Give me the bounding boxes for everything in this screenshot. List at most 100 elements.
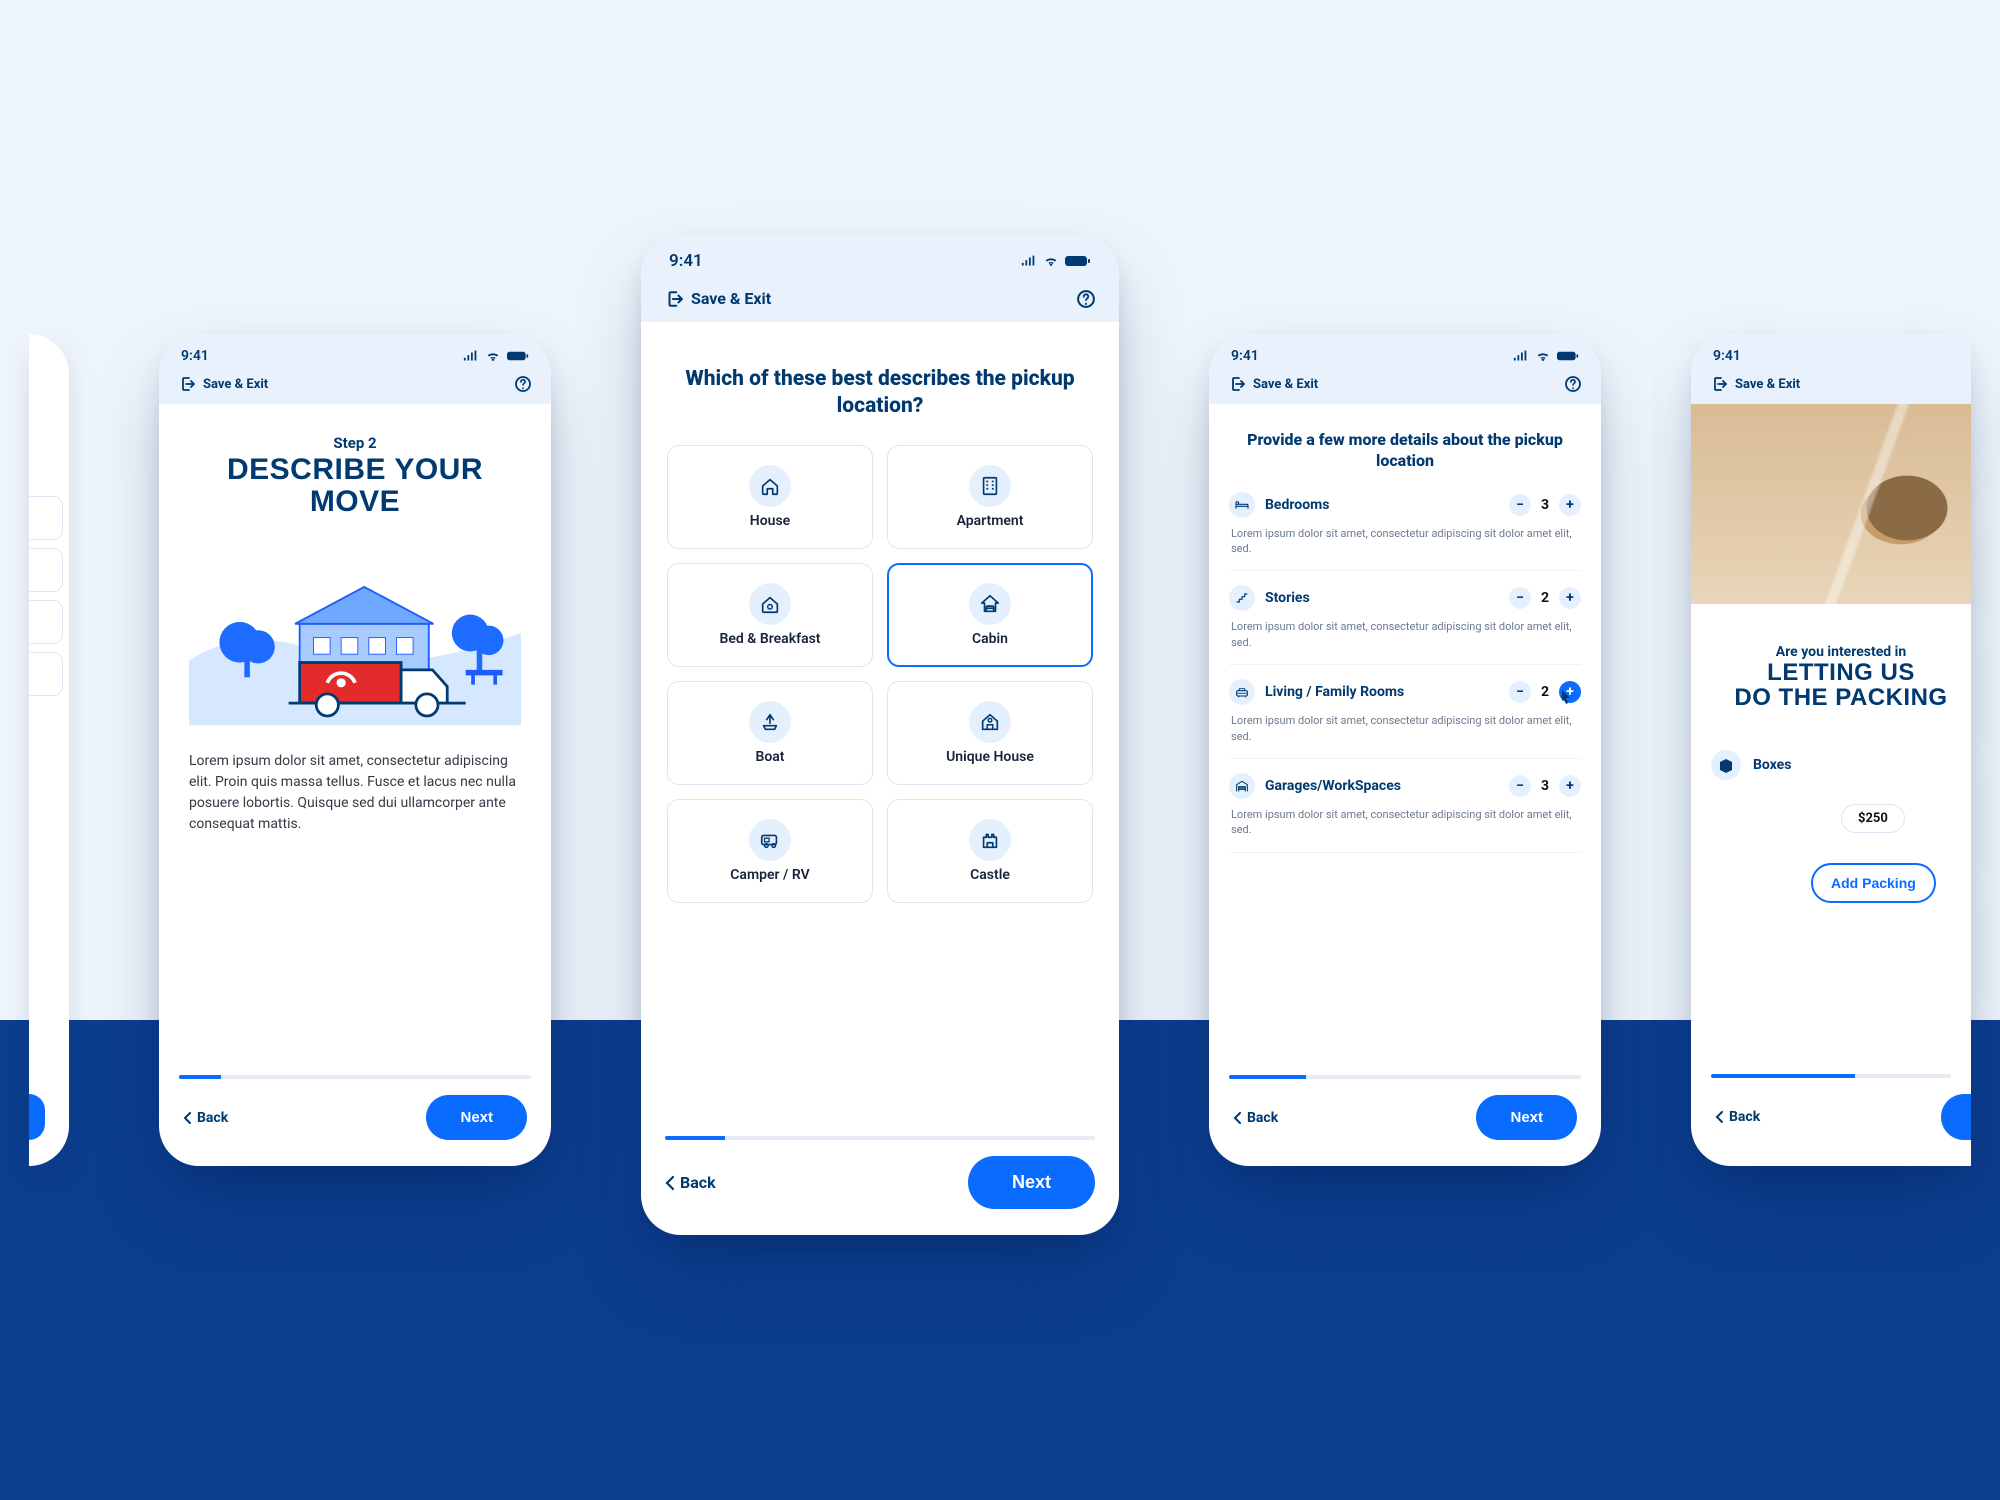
status-bar: 9:41	[1691, 334, 1971, 370]
help-icon[interactable]	[1565, 376, 1581, 392]
status-time: 9:41	[669, 251, 703, 271]
exit-icon	[1229, 376, 1245, 392]
detail-description: Lorem ipsum dolor sit amet, consectetur …	[1229, 807, 1581, 838]
app-header: Save & Exit	[159, 370, 551, 404]
save-exit-button[interactable]: Save & Exit	[179, 376, 268, 392]
location-option-camper[interactable]: Camper / RV	[667, 799, 873, 903]
location-option-castle[interactable]: Castle	[887, 799, 1093, 903]
location-option-label: Boat	[755, 749, 784, 765]
bed-icon	[1229, 492, 1255, 518]
option-card-cropped[interactable]	[29, 600, 63, 644]
back-button[interactable]: Back	[665, 1173, 716, 1192]
house-icon	[749, 465, 791, 507]
details-title: Provide a few more details about the pic…	[1239, 430, 1571, 472]
stairs-icon	[1229, 585, 1255, 611]
save-exit-button[interactable]: Save & Exit	[665, 289, 771, 308]
option-card-cropped[interactable]	[29, 548, 63, 592]
battery-icon	[1557, 348, 1579, 364]
phone-screen-1-sliver	[29, 334, 69, 1166]
quantity-value: 2	[1539, 590, 1551, 606]
status-bar: 9:41	[1209, 334, 1601, 370]
next-button[interactable]: Next	[1476, 1095, 1577, 1140]
detail-description: Lorem ipsum dolor sit amet, consectetur …	[1229, 526, 1581, 557]
location-option-unique-house[interactable]: Unique House	[887, 681, 1093, 785]
decrement-button[interactable]: −	[1509, 681, 1531, 703]
detail-name: Stories	[1265, 590, 1499, 606]
status-indicators	[1513, 348, 1579, 364]
apartment-icon	[969, 465, 1011, 507]
save-exit-button[interactable]: Save & Exit	[1229, 376, 1318, 392]
box-icon	[1711, 750, 1741, 780]
quantity-value: 2	[1539, 684, 1551, 700]
location-option-bnb[interactable]: Bed & Breakfast	[667, 563, 873, 667]
chevron-left-icon	[1233, 1112, 1241, 1124]
status-bar: 9:41	[159, 334, 551, 370]
back-button[interactable]: Back	[183, 1110, 228, 1126]
location-option-label: Bed & Breakfast	[720, 631, 821, 647]
wifi-icon	[1043, 253, 1059, 269]
step-body-text: Lorem ipsum dolor sit amet, consectetur …	[179, 751, 531, 835]
location-option-house[interactable]: House	[667, 445, 873, 549]
status-time: 9:41	[1713, 348, 1741, 364]
cabin-icon	[969, 583, 1011, 625]
location-option-label: House	[750, 513, 790, 529]
next-button[interactable]: Next	[968, 1156, 1095, 1209]
packing-item-boxes: Boxes	[1711, 750, 1971, 780]
quantity-value: 3	[1539, 778, 1551, 794]
back-button[interactable]: Back	[1233, 1110, 1278, 1126]
wifi-icon	[485, 348, 501, 364]
app-header: Save & Exit	[641, 279, 1119, 322]
app-header: Save & Exit	[1209, 370, 1601, 404]
detail-row-living: Living / Family Rooms−2+Lorem ipsum dolo…	[1229, 675, 1581, 759]
detail-name: Bedrooms	[1265, 497, 1499, 513]
location-option-apartment[interactable]: Apartment	[887, 445, 1093, 549]
help-icon[interactable]	[515, 376, 531, 392]
wifi-icon	[1535, 348, 1551, 364]
living-icon	[1229, 679, 1255, 705]
help-icon[interactable]	[1077, 290, 1095, 308]
app-header: Save & Exit	[1691, 370, 1971, 404]
phone-pickup-location: 9:41 Save & Exit Which of these best des…	[641, 235, 1119, 1235]
increment-button[interactable]: +	[1559, 775, 1581, 797]
packing-item-label: Boxes	[1753, 757, 1791, 773]
increment-button[interactable]: +	[1559, 681, 1581, 703]
detail-row-bed: Bedrooms−3+Lorem ipsum dolor sit amet, c…	[1229, 488, 1581, 572]
step-title: DESCRIBE YOUR MOVE	[179, 454, 531, 517]
next-button-cropped[interactable]	[29, 1094, 45, 1140]
garage-icon	[1229, 773, 1255, 799]
decrement-button[interactable]: −	[1509, 775, 1531, 797]
location-option-cabin[interactable]: Cabin	[887, 563, 1093, 667]
packing-tape-image	[1691, 404, 1971, 604]
location-option-label: Unique House	[946, 749, 1034, 765]
exit-icon	[179, 376, 195, 392]
signal-icon	[463, 348, 479, 364]
battery-icon	[507, 348, 529, 364]
detail-name: Living / Family Rooms	[1265, 684, 1499, 700]
status-indicators	[463, 348, 529, 364]
location-option-label: Castle	[970, 867, 1010, 883]
signal-icon	[1021, 253, 1037, 269]
save-exit-button[interactable]: Save & Exit	[1711, 376, 1800, 392]
option-card-cropped[interactable]	[29, 496, 63, 540]
option-card-cropped[interactable]	[29, 652, 63, 696]
decrement-button[interactable]: −	[1509, 494, 1531, 516]
next-button[interactable]: Next	[426, 1095, 527, 1140]
detail-description: Lorem ipsum dolor sit amet, consectetur …	[1229, 619, 1581, 650]
location-option-label: Cabin	[972, 631, 1008, 647]
signal-icon	[1513, 348, 1529, 364]
exit-icon	[665, 290, 683, 308]
back-button[interactable]: Back	[1715, 1109, 1760, 1125]
moving-truck-illustration	[189, 533, 521, 733]
next-button-cropped[interactable]	[1941, 1094, 1971, 1140]
unique-house-icon	[969, 701, 1011, 743]
quantity-stepper: −2 +	[1509, 587, 1581, 609]
decrement-button[interactable]: −	[1509, 587, 1531, 609]
increment-button[interactable]: +	[1559, 494, 1581, 516]
location-option-boat[interactable]: Boat	[667, 681, 873, 785]
add-packing-button[interactable]: Add Packing	[1811, 863, 1936, 903]
camper-icon	[749, 819, 791, 861]
cursor-icon	[1558, 690, 1572, 706]
exit-icon	[1711, 376, 1727, 392]
castle-icon	[969, 819, 1011, 861]
increment-button[interactable]: +	[1559, 587, 1581, 609]
